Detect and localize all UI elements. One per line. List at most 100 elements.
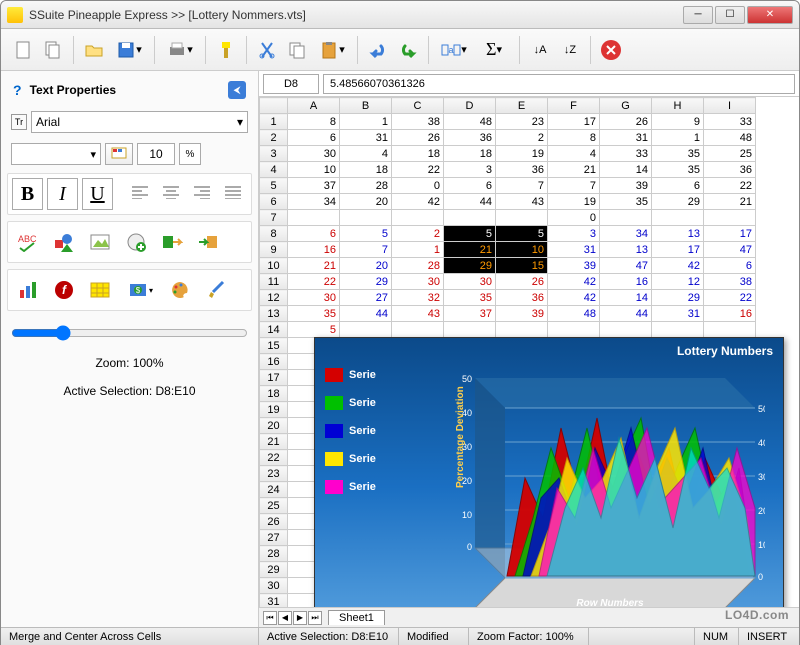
formula-input[interactable]: 5.48566070361326 (323, 74, 795, 94)
cell[interactable]: 36 (704, 162, 756, 178)
cell[interactable]: 38 (392, 114, 444, 130)
cell[interactable]: 37 (444, 306, 496, 322)
close-button[interactable]: ✕ (747, 6, 793, 24)
print-icon[interactable]: ▾ (161, 36, 199, 64)
col-header[interactable]: I (704, 98, 756, 114)
add-icon[interactable] (120, 226, 152, 258)
cell[interactable]: 15 (496, 258, 548, 274)
help-icon[interactable]: ? (13, 82, 22, 98)
cell[interactable]: 29 (340, 274, 392, 290)
row-header[interactable]: 13 (260, 306, 288, 322)
cell[interactable]: 14 (600, 290, 652, 306)
cell[interactable]: 35 (600, 194, 652, 210)
col-header[interactable]: H (652, 98, 704, 114)
row-header[interactable]: 9 (260, 242, 288, 258)
row-header[interactable]: 8 (260, 226, 288, 242)
cell[interactable]: 36 (496, 162, 548, 178)
panel-collapse-icon[interactable]: ⮜ (228, 81, 246, 99)
cell[interactable]: 4 (340, 146, 392, 162)
cell[interactable]: 1 (652, 130, 704, 146)
cell[interactable]: 18 (392, 146, 444, 162)
row-header[interactable]: 29 (260, 562, 288, 578)
paste-icon[interactable]: ▾ (313, 36, 351, 64)
row-header[interactable]: 4 (260, 162, 288, 178)
cell[interactable]: 19 (548, 194, 600, 210)
sum-icon[interactable]: Σ▾ (475, 36, 513, 64)
cell[interactable]: 10 (496, 242, 548, 258)
tab-last-icon[interactable]: ⏭ (308, 611, 322, 625)
cell[interactable] (340, 322, 392, 338)
font-color-combo[interactable]: ▾ (11, 143, 101, 165)
cell[interactable]: 5 (496, 226, 548, 242)
cell[interactable]: 29 (652, 290, 704, 306)
row-header[interactable]: 25 (260, 498, 288, 514)
cell[interactable]: 31 (548, 242, 600, 258)
cell[interactable]: 6 (444, 178, 496, 194)
cell[interactable]: 36 (444, 130, 496, 146)
italic-button[interactable]: I (47, 178, 78, 210)
row-header[interactable]: 14 (260, 322, 288, 338)
cell[interactable]: 16 (288, 242, 340, 258)
cell[interactable]: 48 (548, 306, 600, 322)
row-header[interactable]: 19 (260, 402, 288, 418)
cell[interactable]: 30 (444, 274, 496, 290)
sort-desc-icon[interactable]: ↓Z (556, 36, 584, 64)
cell[interactable]: 26 (600, 114, 652, 130)
cell[interactable]: 43 (392, 306, 444, 322)
cell-ref-box[interactable]: D8 (263, 74, 319, 94)
cell[interactable]: 34 (288, 194, 340, 210)
row-header[interactable]: 22 (260, 450, 288, 466)
cell[interactable]: 1 (392, 242, 444, 258)
cell[interactable]: 38 (704, 274, 756, 290)
cell[interactable]: 30 (288, 290, 340, 306)
redo-icon[interactable] (394, 36, 422, 64)
col-header[interactable]: E (496, 98, 548, 114)
cell[interactable]: 16 (600, 274, 652, 290)
row-header[interactable]: 11 (260, 274, 288, 290)
cell[interactable] (704, 322, 756, 338)
cell[interactable]: 20 (340, 258, 392, 274)
cell[interactable]: 44 (600, 306, 652, 322)
cell[interactable]: 8 (288, 114, 340, 130)
row-header[interactable]: 10 (260, 258, 288, 274)
cell[interactable]: 39 (496, 306, 548, 322)
cell[interactable]: 7 (496, 178, 548, 194)
cell[interactable]: 18 (340, 162, 392, 178)
cell[interactable]: 6 (704, 258, 756, 274)
font-select[interactable]: Arial▾ (31, 111, 248, 133)
row-header[interactable]: 2 (260, 130, 288, 146)
cell[interactable] (444, 210, 496, 226)
cell[interactable]: 13 (652, 226, 704, 242)
col-header[interactable]: D (444, 98, 496, 114)
align-justify-icon[interactable] (220, 178, 247, 206)
cell[interactable]: 35 (444, 290, 496, 306)
align-center-icon[interactable] (158, 178, 185, 206)
row-header[interactable]: 17 (260, 370, 288, 386)
tab-first-icon[interactable]: ⏮ (263, 611, 277, 625)
cell[interactable]: 27 (340, 290, 392, 306)
cell[interactable]: 39 (600, 178, 652, 194)
col-header[interactable]: C (392, 98, 444, 114)
cell[interactable]: 10 (288, 162, 340, 178)
undo-icon[interactable] (364, 36, 392, 64)
cell[interactable]: 35 (652, 146, 704, 162)
cell[interactable]: 22 (288, 274, 340, 290)
row-header[interactable]: 30 (260, 578, 288, 594)
new-doc-icon[interactable] (9, 36, 37, 64)
row-header[interactable]: 24 (260, 482, 288, 498)
cell[interactable]: 36 (496, 290, 548, 306)
cell[interactable]: 33 (704, 114, 756, 130)
row-header[interactable]: 26 (260, 514, 288, 530)
cell[interactable] (600, 210, 652, 226)
cell[interactable]: 28 (340, 178, 392, 194)
minimize-button[interactable]: ─ (683, 6, 713, 24)
cell[interactable]: 0 (392, 178, 444, 194)
col-header[interactable]: G (600, 98, 652, 114)
copy-docs-icon[interactable] (39, 36, 67, 64)
cell[interactable] (496, 322, 548, 338)
cell[interactable]: 42 (548, 290, 600, 306)
row-header[interactable]: 6 (260, 194, 288, 210)
spellcheck-icon[interactable]: ABC (12, 226, 44, 258)
cell[interactable]: 30 (392, 274, 444, 290)
currency-icon[interactable]: $▾ (120, 274, 160, 306)
